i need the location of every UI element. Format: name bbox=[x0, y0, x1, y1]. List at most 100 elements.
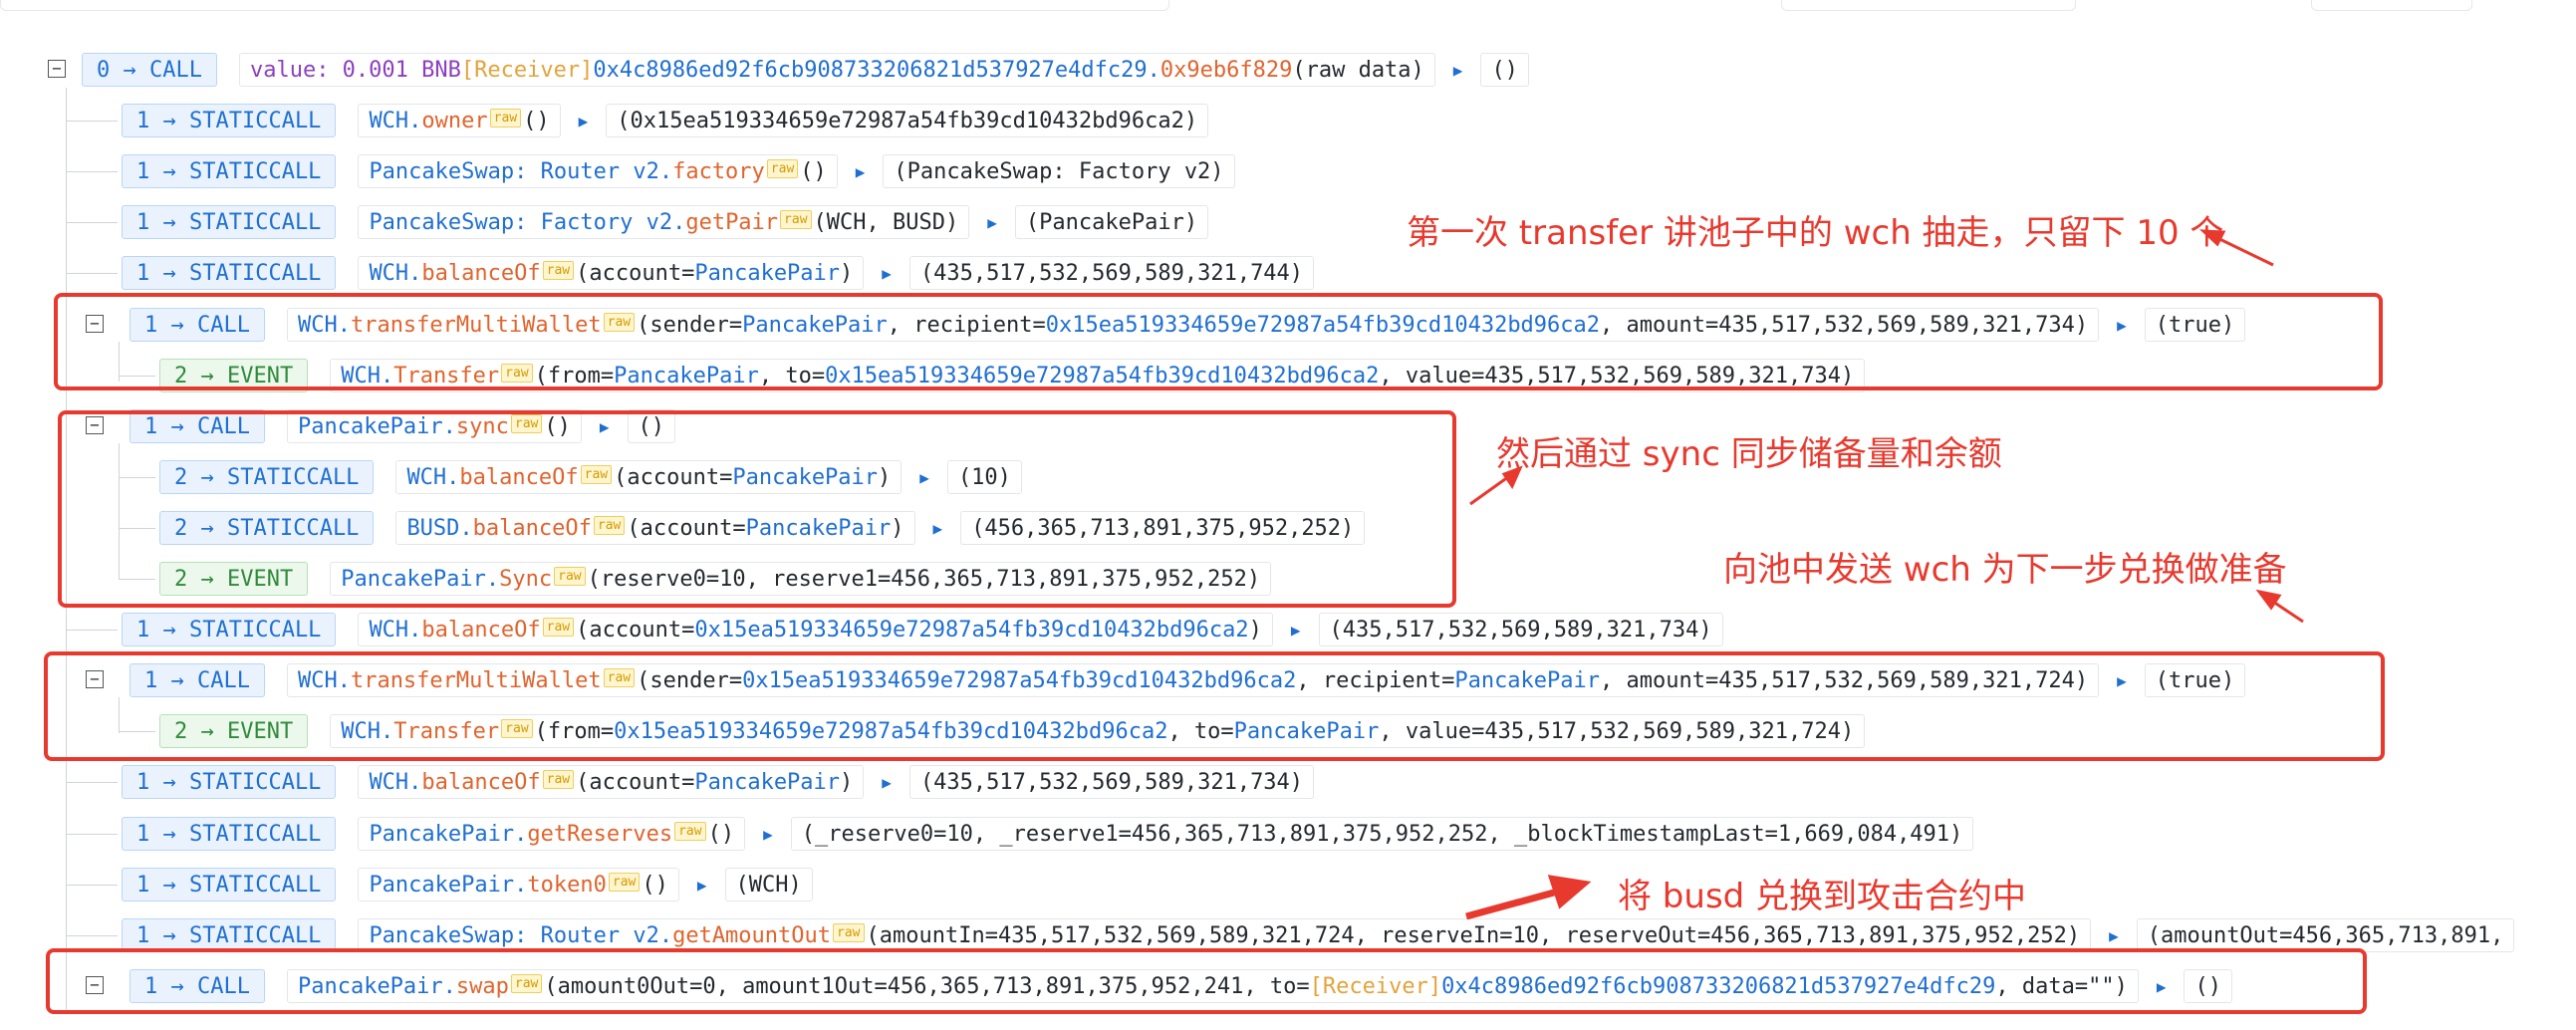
call-signature[interactable]: value: 0.001 BNB [Receiver] 0x4c8986ed92… bbox=[238, 53, 1435, 87]
raw-badge[interactable]: raw bbox=[674, 821, 706, 841]
address-link[interactable]: PancakePair. bbox=[369, 822, 527, 847]
call-signature[interactable]: WCH. owner raw() bbox=[358, 104, 561, 137]
expand-arrow-icon[interactable]: ▶ bbox=[1291, 621, 1301, 640]
return-value: (PancakePair) bbox=[1014, 205, 1209, 239]
annotation-note-3: 向池中发送 wch 为下一步兑换做准备 bbox=[1723, 550, 2287, 590]
method-name: owner bbox=[421, 108, 488, 133]
tree-connector bbox=[66, 885, 118, 886]
call-signature[interactable]: PancakeSwap: Factory v2. getPair raw (WCH, … bbox=[358, 205, 970, 239]
call-type-badge[interactable]: 1 → STATICCALL bbox=[122, 613, 337, 646]
highlight-box-sync bbox=[58, 410, 1456, 608]
return-value: (435,517,532,569,589,321,734) bbox=[908, 765, 1315, 799]
address-link[interactable]: WCH. bbox=[369, 261, 421, 286]
expand-arrow-icon[interactable]: ▶ bbox=[987, 213, 997, 232]
annotation-note-4: 将 busd 兑换到攻击合约中 bbox=[1618, 877, 2027, 916]
method-name: factory bbox=[672, 158, 765, 184]
tree-connector bbox=[66, 171, 118, 172]
method-name: getAmountOut bbox=[672, 922, 832, 948]
call-type-badge[interactable]: 0 → CALL bbox=[82, 53, 217, 87]
call-args: (account= bbox=[576, 260, 695, 286]
call-args: (raw data) bbox=[1292, 57, 1424, 83]
expand-arrow-icon[interactable]: ▶ bbox=[763, 825, 773, 844]
call-args: ) bbox=[840, 769, 854, 795]
raw-badge[interactable]: raw bbox=[489, 108, 522, 128]
call-signature[interactable]: WCH. balanceOf raw (account= PancakePair) bbox=[358, 256, 865, 290]
raw-badge[interactable]: raw bbox=[542, 260, 575, 280]
raw-badge[interactable]: raw bbox=[542, 617, 575, 637]
arrow-4-head bbox=[1547, 875, 1592, 909]
call-args: (WCH, BUSD) bbox=[813, 209, 959, 235]
highlight-box-transfer-out bbox=[54, 293, 2383, 390]
arrow-3-head bbox=[2255, 589, 2282, 611]
call-type-badge[interactable]: 1 → STATICCALL bbox=[122, 104, 337, 137]
expand-arrow-icon[interactable]: ▶ bbox=[2109, 926, 2119, 945]
address-link[interactable]: PancakeSwap: Factory v2. bbox=[369, 210, 685, 235]
call-args: () bbox=[642, 872, 668, 898]
tree-connector bbox=[66, 630, 118, 631]
address-link[interactable]: PancakePair bbox=[694, 261, 840, 286]
call-type-badge[interactable]: 1 → STATICCALL bbox=[122, 154, 337, 188]
call-args: () bbox=[800, 158, 827, 184]
trace-row: 1 → STATICCALL WCH. owner raw() ▶ (0x15ea5193… bbox=[122, 103, 1209, 138]
method-name: 0x9eb6f829 bbox=[1159, 57, 1293, 83]
call-signature[interactable]: WCH. balanceOf raw (account= PancakePair) bbox=[358, 765, 865, 799]
return-value: (435,517,532,569,589,321,744) bbox=[908, 256, 1315, 290]
method-name: getReserves bbox=[527, 821, 673, 847]
method-name: getPair bbox=[685, 209, 779, 235]
expand-arrow-icon[interactable]: ▶ bbox=[579, 112, 589, 130]
raw-badge[interactable]: raw bbox=[780, 209, 812, 229]
return-value: () bbox=[1480, 53, 1529, 87]
address-link[interactable]: PancakePair. bbox=[369, 873, 527, 898]
arrow-2 bbox=[1469, 472, 1513, 506]
call-type-badge[interactable]: 1 → STATICCALL bbox=[122, 765, 337, 799]
expand-arrow-icon[interactable]: ▶ bbox=[882, 773, 892, 792]
call-type-badge[interactable]: 1 → STATICCALL bbox=[122, 817, 337, 851]
trace-row: 1 → STATICCALL PancakeSwap: Factory v2. ge… bbox=[122, 204, 1209, 240]
tree-connector bbox=[66, 935, 118, 936]
receiver-tag: [Receiver] bbox=[460, 57, 594, 83]
collapse-toggle[interactable]: − bbox=[48, 60, 66, 78]
call-args: (account= bbox=[576, 617, 695, 643]
address-link[interactable]: 0x15ea519334659e72987a54fb39cd10432bd96c… bbox=[694, 618, 1248, 643]
call-signature[interactable]: PancakePair. token0 raw() bbox=[358, 868, 679, 901]
expand-arrow-icon[interactable]: ▶ bbox=[697, 876, 707, 895]
address-link[interactable]: PancakeSwap: Router v2. bbox=[369, 159, 672, 184]
call-signature[interactable]: PancakeSwap: Router v2. getAmountOut raw (a… bbox=[358, 918, 2092, 952]
arrow-3 bbox=[2266, 596, 2304, 624]
call-signature[interactable]: PancakeSwap: Router v2. factory raw() bbox=[358, 154, 838, 188]
call-type-badge[interactable]: 1 → STATICCALL bbox=[122, 205, 337, 239]
trace-row: 1 → STATICCALL PancakePair. token0 raw() ▶ (W… bbox=[122, 867, 813, 902]
call-type-badge[interactable]: 1 → STATICCALL bbox=[122, 256, 337, 290]
top-panel-edge bbox=[2311, 0, 2472, 11]
address-link[interactable]: PancakePair bbox=[694, 770, 840, 795]
call-signature[interactable]: WCH. balanceOf raw (account= 0x15ea519334659… bbox=[358, 613, 1273, 646]
call-args: ) bbox=[1248, 617, 1262, 643]
raw-badge[interactable]: raw bbox=[766, 158, 799, 178]
method-name: token0 bbox=[527, 872, 607, 898]
tree-connector bbox=[66, 222, 118, 223]
call-signature[interactable]: PancakePair. getReserves raw() bbox=[358, 817, 746, 851]
raw-badge[interactable]: raw bbox=[608, 872, 641, 892]
method-name: balanceOf bbox=[421, 769, 541, 795]
address-link[interactable]: WCH. bbox=[369, 770, 421, 795]
address-link[interactable]: WCH. bbox=[369, 618, 421, 643]
address-link[interactable]: 0x4c8986ed92f6cb908733206821d537927e4dfc… bbox=[593, 58, 1160, 83]
trace-row: 1 → STATICCALL WCH. balanceOf raw (account= 0… bbox=[122, 612, 1723, 647]
call-type-badge[interactable]: 1 → STATICCALL bbox=[122, 918, 337, 952]
call-args: (amountIn=435,517,532,569,589,321,724, r… bbox=[866, 922, 2081, 948]
highlight-box-transfer-in bbox=[44, 651, 2385, 761]
call-type-badge[interactable]: 1 → STATICCALL bbox=[122, 868, 337, 901]
method-name: balanceOf bbox=[421, 260, 541, 286]
call-args: () bbox=[707, 821, 735, 847]
trace-row: 1 → STATICCALL WCH. balanceOf raw (account= P… bbox=[122, 255, 1315, 291]
call-args: () bbox=[523, 108, 550, 133]
address-link[interactable]: PancakeSwap: Router v2. bbox=[369, 923, 672, 948]
raw-badge[interactable]: raw bbox=[833, 922, 865, 942]
raw-badge[interactable]: raw bbox=[542, 769, 575, 789]
address-link[interactable]: WCH. bbox=[369, 109, 421, 133]
call-value: value: 0.001 BNB bbox=[249, 57, 461, 83]
expand-arrow-icon[interactable]: ▶ bbox=[856, 162, 866, 181]
expand-arrow-icon[interactable]: ▶ bbox=[882, 264, 892, 283]
annotation-note-1: 第一次 transfer 讲池子中的 wch 抽走，只留下 10 个 bbox=[1407, 213, 2224, 253]
expand-arrow-icon[interactable]: ▶ bbox=[1453, 61, 1463, 80]
